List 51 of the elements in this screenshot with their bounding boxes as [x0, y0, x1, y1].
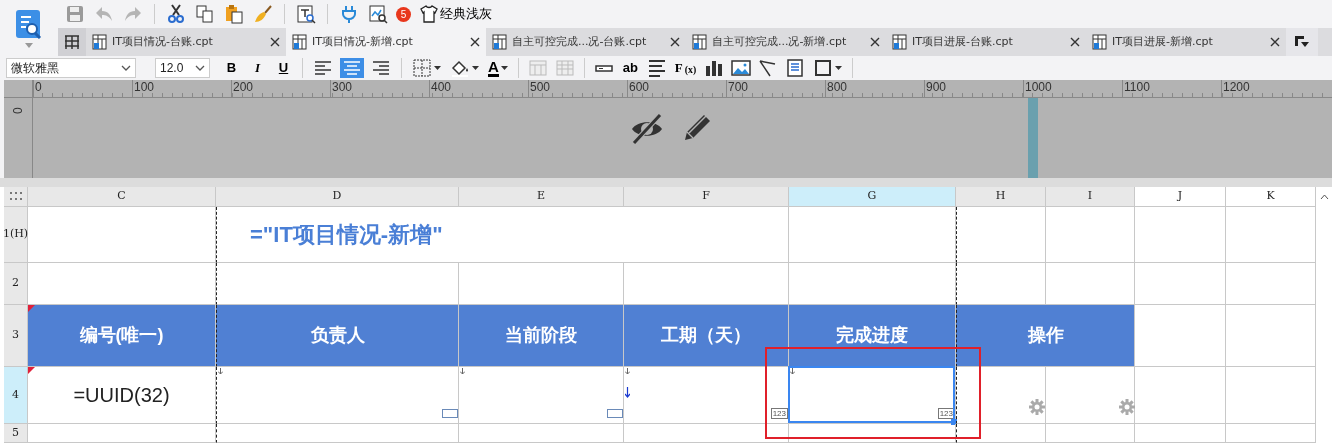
column-header[interactable]: E [459, 187, 624, 207]
row-header[interactable]: 1(H) [4, 207, 28, 263]
header-cell: 操作 [956, 305, 1135, 367]
notification-badge[interactable]: 5 [396, 6, 411, 22]
text-widget-button[interactable]: ab [619, 58, 641, 78]
column-header[interactable]: J [1135, 187, 1226, 207]
theme-button[interactable]: 经典浅灰 [418, 4, 494, 24]
italic-button[interactable]: I [247, 58, 268, 78]
column-header[interactable]: D [216, 187, 459, 207]
ruler-label: 1100 [1122, 80, 1221, 97]
font-color-button[interactable]: A [486, 58, 510, 78]
ruler-label: 300 [330, 80, 429, 97]
column-header[interactable]: F [624, 187, 789, 207]
header-cell: 完成进度 [789, 305, 956, 367]
formula-cell: =UUID(32) [28, 367, 216, 424]
ruler-label: 200 [231, 80, 330, 97]
underline-button[interactable]: U [273, 58, 294, 78]
font-select[interactable]: 微软雅黑 [6, 58, 136, 78]
ruler-label: 0 [10, 106, 26, 114]
font-size-select[interactable]: 12.0 [155, 58, 210, 78]
row-header[interactable]: 3 [4, 305, 28, 367]
ruler-label: 700 [726, 80, 825, 97]
column-header[interactable]: C [28, 187, 216, 207]
file-tab[interactable]: IT项目情况-新增.cpt [286, 28, 486, 56]
sheet-cell[interactable]: 123 [789, 367, 956, 424]
bold-button[interactable]: B [221, 58, 242, 78]
ruler-label: 900 [924, 80, 1023, 97]
ruler-label: 1200 [1221, 80, 1320, 97]
row-header[interactable]: 5 [4, 424, 28, 443]
number-tag: 123 [770, 408, 788, 419]
ruler-label: 1000 [1023, 80, 1122, 97]
ruler-label: 600 [627, 80, 726, 97]
number-tag: 123 [937, 408, 955, 419]
column-header[interactable]: G [789, 187, 956, 207]
header-cell: 工期（天） [624, 305, 789, 367]
sheet-cell[interactable]: 123 [624, 367, 789, 424]
column-header[interactable]: K [1226, 187, 1316, 207]
formula-button[interactable]: F$_{(x)}$ [672, 58, 699, 78]
header-cell: 编号(唯一) [28, 305, 216, 367]
row-header[interactable]: 2 [4, 263, 28, 305]
ruler-label: 500 [528, 80, 627, 97]
ruler-label: 100 [132, 80, 231, 97]
ruler-label: 400 [429, 80, 528, 97]
column-header[interactable]: I [1046, 187, 1135, 207]
ruler-label: 0 [33, 80, 132, 97]
header-cell: 当前阶段 [459, 305, 624, 367]
header-cell: 负责人 [216, 305, 459, 367]
ruler-label: 800 [825, 80, 924, 97]
column-header[interactable]: H [956, 187, 1046, 207]
row-header[interactable]: 4 [4, 367, 28, 424]
formula-title: ="IT项目情况-新增" [216, 207, 789, 263]
